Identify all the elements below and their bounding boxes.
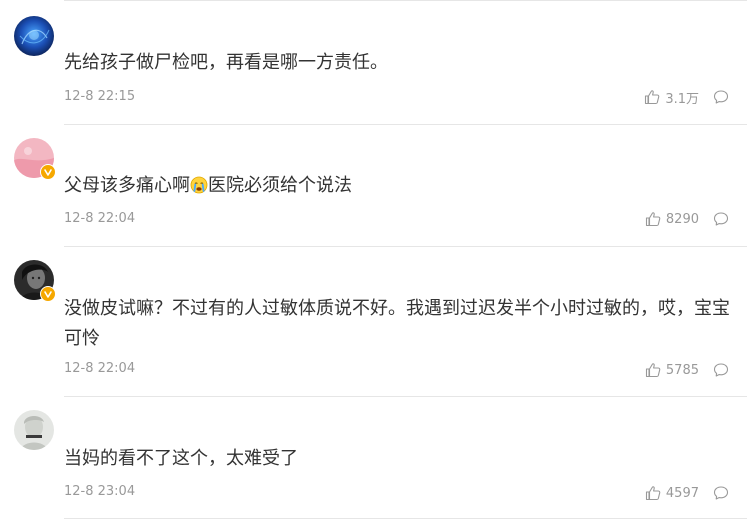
like-count: 8290 — [665, 211, 699, 227]
comment-text: 当妈的看不了这个，太难受了 — [64, 448, 298, 469]
statue-avatar-image — [14, 410, 54, 450]
blue-abstract-avatar-image — [14, 16, 54, 56]
comment-item: 当妈的看不了这个，太难受了 12-8 23:04 4597 — [0, 396, 747, 519]
comment-text: 没做皮试嘛？不过有的人过敏体质说不好。我遇到过迟发半个小时过敏的，哎，宝宝可怜 — [64, 298, 730, 349]
thumbs-up-icon — [645, 90, 660, 105]
comment-actions: 5785 — [645, 361, 729, 379]
comment-bubble-icon — [713, 363, 729, 377]
comment-time: 12-8 23:04 — [64, 484, 136, 499]
comment-actions: 3.1万 — [644, 88, 729, 107]
reply-button[interactable] — [713, 89, 729, 105]
avatar[interactable] — [14, 138, 56, 180]
thumbs-up-icon — [645, 363, 661, 378]
like-button[interactable]: 4597 — [645, 485, 699, 501]
comment-bubble-icon — [713, 90, 729, 104]
avatar[interactable] — [14, 410, 54, 450]
like-count: 4597 — [665, 485, 699, 501]
avatar[interactable] — [14, 260, 56, 302]
comment-text-part: 父母该多痛心啊 — [64, 175, 190, 196]
comment-item: 先给孩子做尸检吧，再看是哪一方责任。 12-8 22:15 3.1万 — [0, 0, 747, 124]
comment-text: 父母该多痛心啊 医院必须给个说法 — [64, 171, 734, 201]
verified-badge-icon — [40, 286, 56, 302]
like-button[interactable]: 5785 — [645, 362, 699, 378]
comment-time: 12-8 22:04 — [64, 361, 136, 376]
like-button[interactable]: 8290 — [645, 211, 699, 227]
comment-bubble-icon — [713, 212, 729, 226]
avatar[interactable] — [14, 16, 54, 56]
comment-text: 先给孩子做尸检吧，再看是哪一方责任。 — [64, 52, 388, 73]
crying-face-emoji-icon — [190, 174, 208, 194]
comment-text-part: 医院必须给个说法 — [208, 175, 352, 196]
comment-list: 先给孩子做尸检吧，再看是哪一方责任。 12-8 22:15 3.1万 父母该多痛… — [0, 0, 747, 519]
comment-actions: 8290 — [645, 210, 729, 228]
like-count: 3.1万 — [665, 91, 699, 107]
like-button[interactable]: 3.1万 — [644, 88, 699, 107]
comment-time: 12-8 22:04 — [64, 211, 136, 226]
comment-time: 12-8 22:15 — [64, 89, 136, 104]
comment-item: 没做皮试嘛？不过有的人过敏体质说不好。我遇到过迟发半个小时过敏的，哎，宝宝可怜 … — [0, 246, 747, 396]
comment-item: 父母该多痛心啊 医院必须给个说法 12-8 22:04 8290 — [0, 124, 747, 246]
like-count: 5785 — [665, 362, 699, 378]
reply-button[interactable] — [713, 485, 729, 501]
verified-badge-icon — [40, 164, 56, 180]
comment-actions: 4597 — [645, 484, 729, 502]
comment-bubble-icon — [713, 486, 729, 500]
reply-button[interactable] — [713, 362, 729, 378]
thumbs-up-icon — [645, 212, 661, 227]
reply-button[interactable] — [713, 211, 729, 227]
thumbs-up-icon — [645, 486, 661, 501]
